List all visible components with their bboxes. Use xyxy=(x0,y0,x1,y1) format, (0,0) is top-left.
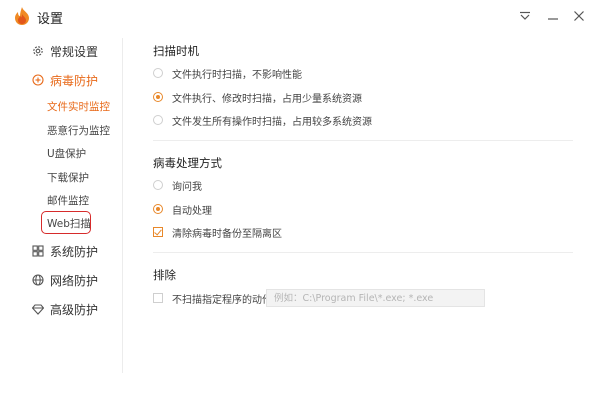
checkbox[interactable] xyxy=(153,293,163,303)
close-icon xyxy=(574,11,584,21)
highlight-box xyxy=(41,211,91,234)
radio-button[interactable] xyxy=(153,115,163,125)
sidebar-divider xyxy=(122,38,123,373)
radio-button-selected[interactable] xyxy=(153,204,163,214)
sidebar-item-label: 常规设置 xyxy=(50,44,99,59)
dropdown-menu-button[interactable] xyxy=(514,6,536,26)
sidebar-subitem-download-protection[interactable]: 下载保护 xyxy=(47,168,89,186)
checkbox-label: 不扫描指定程序的动作 xyxy=(172,294,272,306)
sidebar-item-label: 病毒防护 xyxy=(50,73,99,88)
section-title-exclude: 排除 xyxy=(153,268,176,282)
section-title-virus-handling: 病毒处理方式 xyxy=(153,156,222,170)
close-button[interactable] xyxy=(568,6,590,26)
option-label: 文件执行、修改时扫描，占用少量系统资源 xyxy=(172,93,362,105)
exclude-path-input[interactable] xyxy=(266,289,485,307)
section-divider xyxy=(153,140,573,141)
diamond-icon xyxy=(32,303,44,315)
sidebar-item-advanced-protection[interactable]: 高级防护 xyxy=(32,299,98,319)
sidebar-item-virus-protection[interactable]: 病毒防护 xyxy=(32,70,98,90)
flame-logo-icon xyxy=(14,7,30,25)
radio-button[interactable] xyxy=(153,180,163,190)
radio-button[interactable] xyxy=(153,68,163,78)
sidebar-item-label: 高级防护 xyxy=(50,302,99,317)
sidebar-subitem-behavior-monitor[interactable]: 恶意行为监控 xyxy=(47,121,110,139)
windows-grid-icon xyxy=(32,245,44,257)
dropdown-icon xyxy=(520,11,530,20)
option-label: 自动处理 xyxy=(172,205,212,217)
checkbox-checked[interactable] xyxy=(153,227,163,237)
radio-option-ask-me[interactable]: 询问我 xyxy=(153,177,202,193)
radio-option-scan-on-execute-modify[interactable]: 文件执行、修改时扫描，占用少量系统资源 xyxy=(153,89,362,105)
gear-icon xyxy=(32,45,44,57)
minimize-icon xyxy=(548,18,558,20)
sidebar-item-label: 系统防护 xyxy=(50,244,99,259)
option-label: 文件执行时扫描，不影响性能 xyxy=(172,69,302,81)
plus-circle-icon xyxy=(32,74,44,86)
section-title-scan-timing: 扫描时机 xyxy=(153,44,199,58)
sidebar-item-general[interactable]: 常规设置 xyxy=(32,41,98,61)
window-title: 设置 xyxy=(37,12,64,27)
sidebar-item-system-protection[interactable]: 系统防护 xyxy=(32,241,98,261)
checkbox-exclude-program[interactable]: 不扫描指定程序的动作 xyxy=(153,290,272,306)
radio-option-scan-all-operations[interactable]: 文件发生所有操作时扫描，占用较多系统资源 xyxy=(153,112,372,128)
radio-option-auto-handle[interactable]: 自动处理 xyxy=(153,201,212,217)
minimize-button[interactable] xyxy=(542,6,564,26)
sidebar-subitem-mail-monitor[interactable]: 邮件监控 xyxy=(47,191,89,209)
globe-icon xyxy=(32,274,44,286)
radio-option-scan-on-execute[interactable]: 文件执行时扫描，不影响性能 xyxy=(153,65,302,81)
option-label: 询问我 xyxy=(172,181,202,193)
option-label: 文件发生所有操作时扫描，占用较多系统资源 xyxy=(172,116,372,128)
section-divider xyxy=(153,252,573,253)
sidebar-subitem-usb-protection[interactable]: U盘保护 xyxy=(47,144,86,162)
sidebar-subitem-file-monitor[interactable]: 文件实时监控 xyxy=(47,97,110,115)
checkbox-backup-quarantine[interactable]: 清除病毒时备份至隔离区 xyxy=(153,224,282,240)
sidebar-item-network-protection[interactable]: 网络防护 xyxy=(32,270,98,290)
title-bar: 设置 xyxy=(0,0,600,32)
sidebar-item-label: 网络防护 xyxy=(50,273,99,288)
checkbox-label: 清除病毒时备份至隔离区 xyxy=(172,228,282,240)
radio-button-selected[interactable] xyxy=(153,92,163,102)
